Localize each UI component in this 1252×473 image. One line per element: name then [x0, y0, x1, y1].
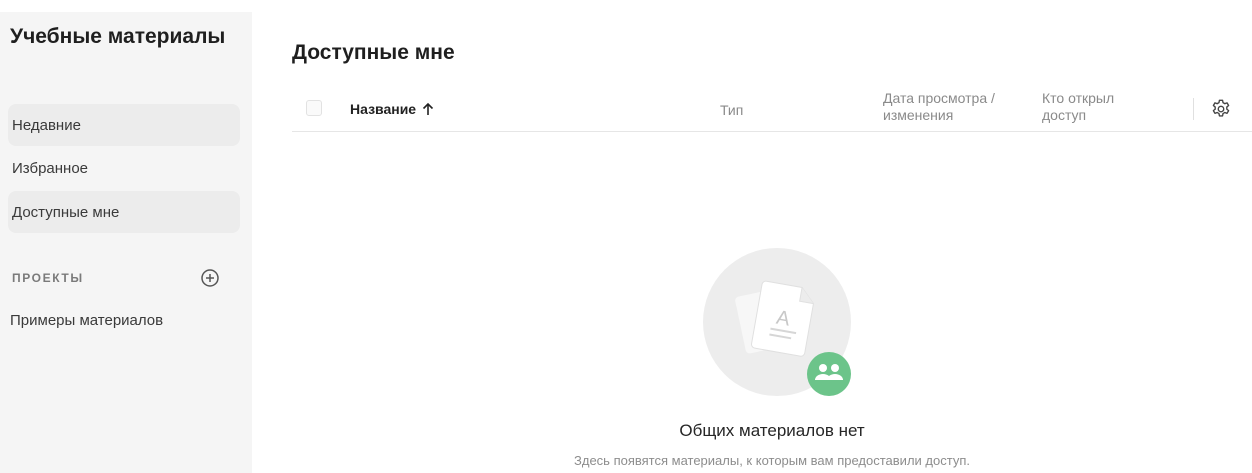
- sidebar-item-shared-with-me[interactable]: Доступные мне: [8, 191, 240, 233]
- projects-section-label: ПРОЕКТЫ: [12, 271, 84, 285]
- sidebar-title: Учебные материалы: [10, 25, 226, 48]
- column-header-name[interactable]: Название: [350, 101, 434, 117]
- sidebar-item-project-examples[interactable]: Примеры материалов: [10, 312, 163, 329]
- plus-circle-icon: [201, 269, 219, 287]
- column-header-type[interactable]: Тип: [720, 102, 743, 118]
- empty-state-title: Общих материалов нет: [679, 421, 865, 440]
- select-all-checkbox[interactable]: [306, 100, 322, 116]
- empty-state-illustration: A: [702, 247, 852, 397]
- table-header: Название Тип Дата просмотра / изменения …: [292, 88, 1252, 132]
- column-header-date-line1: Дата просмотра /: [883, 90, 995, 106]
- gear-icon: [1212, 99, 1230, 117]
- sidebar-item-recent[interactable]: Недавние: [8, 104, 240, 146]
- sidebar-item-label: Недавние: [12, 116, 81, 134]
- column-divider: [1193, 98, 1194, 120]
- column-header-date-line2: изменения: [883, 107, 954, 123]
- empty-state-subtitle: Здесь появятся материалы, к которым вам …: [574, 453, 970, 468]
- column-header-shared-by-line2: доступ: [1042, 107, 1087, 123]
- page-title: Доступные мне: [292, 41, 455, 64]
- sidebar-item-label: Доступные мне: [12, 203, 120, 221]
- app-root: Учебные материалы Недавние Избранное Дос…: [0, 0, 1252, 473]
- sidebar-item-favorites[interactable]: Избранное: [8, 147, 240, 189]
- column-header-name-label: Название: [350, 101, 417, 117]
- table-settings-button[interactable]: [1210, 98, 1232, 120]
- column-header-shared-by[interactable]: Кто открыл доступ: [1042, 90, 1162, 124]
- sidebar-item-label: Избранное: [12, 159, 89, 177]
- people-icon: [807, 352, 851, 396]
- column-header-date[interactable]: Дата просмотра / изменения: [883, 90, 1023, 124]
- sidebar: Учебные материалы Недавние Избранное Дос…: [0, 12, 252, 473]
- arrow-up-icon: [423, 102, 434, 115]
- column-header-shared-by-line1: Кто открыл: [1042, 90, 1115, 106]
- add-project-button[interactable]: [200, 268, 220, 288]
